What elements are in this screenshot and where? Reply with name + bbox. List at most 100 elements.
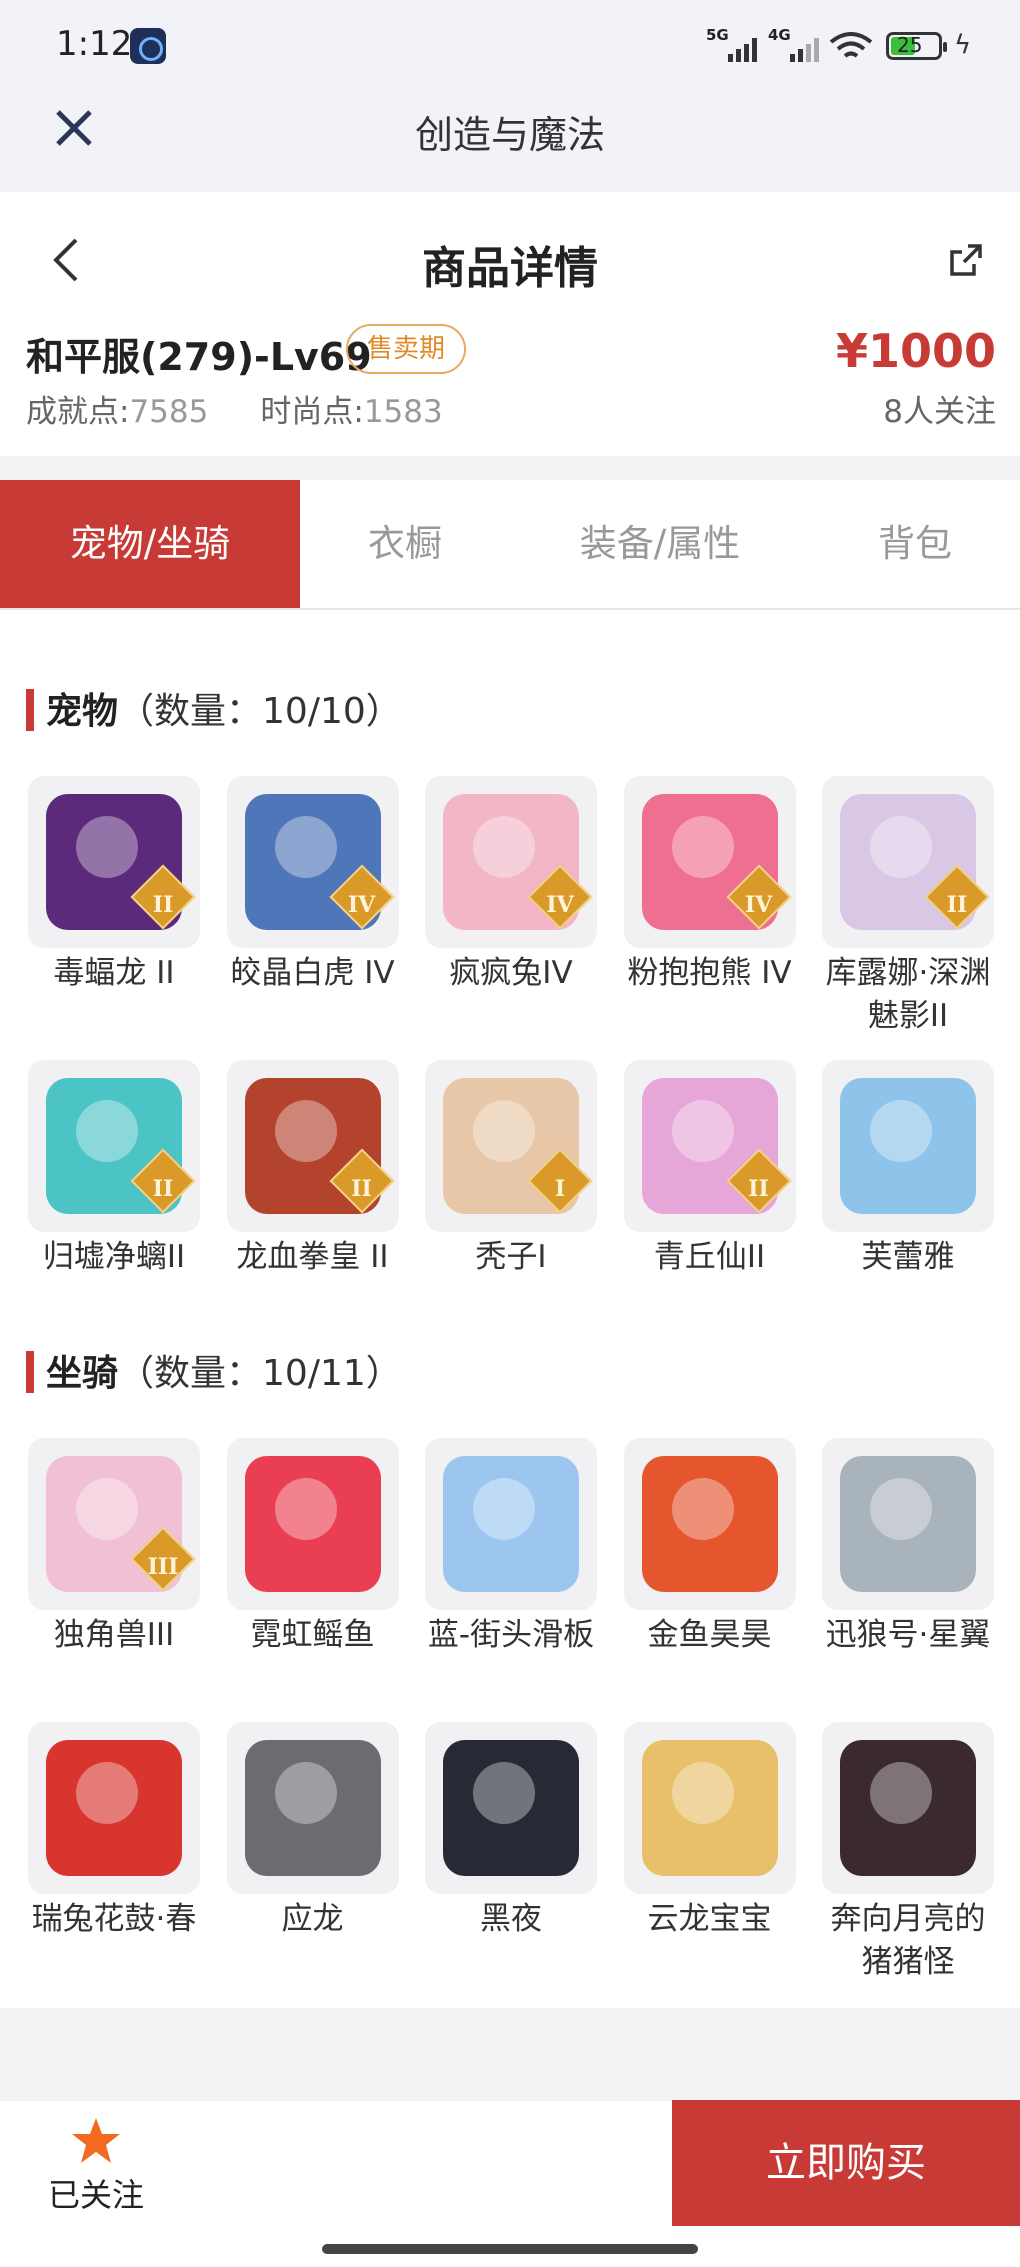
pet-item[interactable]: 芙蕾雅 [820,1060,996,1279]
item-thumbnail [425,1722,597,1894]
mount-item[interactable]: III 独角兽III [26,1438,202,1657]
item-label: 粉抱抱熊 IV [627,955,792,991]
share-icon[interactable] [946,240,986,280]
item-thumbnail [623,1722,796,1894]
buy-now-button[interactable]: 立即购买 [672,2100,1020,2226]
pet-item[interactable]: IV 皎晶白虎 IV [225,776,401,995]
item-artwork [641,1740,778,1876]
item-label: 库露娜·深渊魅影II [825,955,991,1034]
pet-item[interactable]: II 归墟净螭II [26,1060,202,1279]
signal-4g-icon: 4G [768,26,828,64]
wifi-icon [829,32,873,58]
pet-item[interactable]: II 龙血拳皇 II [225,1060,401,1279]
star-icon[interactable] [70,2116,122,2166]
pet-item[interactable]: IV 粉抱抱熊 IV [622,776,798,995]
tier-label: II [152,1176,174,1202]
mount-item[interactable]: 黑夜 [423,1722,599,1941]
tier-label: IV [546,892,574,918]
fashion-label: 时尚点: [260,394,364,430]
item-thumbnail: IV [425,776,597,948]
item-thumbnail [822,1060,994,1232]
divider [0,456,1020,480]
tier-label: II [152,892,174,918]
tab-pets-mounts[interactable]: 宠物/坐骑 [0,480,300,608]
item-label: 龙血拳皇 II [236,1239,389,1275]
item-label: 云龙宝宝 [647,1901,772,1937]
item-artwork [641,1456,778,1592]
item-thumbnail [425,1438,597,1610]
item-thumbnail: II [226,1060,399,1232]
item-thumbnail [226,1722,399,1894]
battery-icon: 25 [886,32,947,60]
charging-icon: ϟ [954,30,972,60]
item-thumbnail: IV [226,776,399,948]
tier-label: IV [347,892,376,918]
mount-item[interactable]: 霓虹鳐鱼 [225,1438,401,1657]
item-thumbnail: IV [623,776,796,948]
item-thumbnail: II [28,776,200,948]
item-label: 蓝-街头滑板 [427,1617,595,1653]
tier-label: II [351,1176,372,1202]
item-artwork [244,1456,381,1592]
item-label: 毒蝠龙 II [53,955,175,991]
mount-item[interactable]: 金鱼昊昊 [622,1438,798,1657]
tier-label: II [748,1176,769,1202]
tier-label: III [147,1554,179,1580]
pet-item[interactable]: II 库露娜·深渊魅影II [820,776,996,1038]
signal-5g-icon: 5G [706,26,766,64]
item-artwork [443,1740,579,1876]
app-title: 创造与魔法 [414,113,605,157]
item-label: 秃子I [475,1239,547,1275]
achievement-label: 成就点: [26,394,130,430]
home-indicator [322,2244,698,2254]
item-artwork [840,1740,976,1876]
status-bar: 1:12 5G 4G 25 ϟ [0,0,1020,95]
item-label: 青丘仙II [653,1239,766,1275]
item-thumbnail [623,1438,796,1610]
item-label: 疯疯兔IV [449,955,573,991]
item-thumbnail [28,1722,200,1894]
status-time: 1:12 [56,24,133,64]
tab-wardrobe[interactable]: 衣橱 [300,480,510,608]
mount-item[interactable]: 迅狼号·星翼 [820,1438,996,1657]
pet-item[interactable]: I 秃子I [423,1060,599,1279]
tab-bar: 宠物/坐骑 衣橱 装备/属性 背包 [0,480,1020,610]
item-label: 归墟净螭II [42,1239,186,1275]
pet-item[interactable]: II 毒蝠龙 II [26,776,202,995]
mount-item[interactable]: 云龙宝宝 [622,1722,798,1941]
item-thumbnail: II [623,1060,796,1232]
tab-backpack[interactable]: 背包 [810,480,1020,608]
item-thumbnail: III [28,1438,200,1610]
tier-label: I [554,1176,566,1202]
page-title: 商品详情 [422,243,598,294]
mount-item[interactable]: 瑞兔花鼓·春 [26,1722,202,1941]
item-price: ¥1000 [835,324,996,378]
item-artwork [840,1078,976,1214]
pet-item[interactable]: IV 疯疯兔IV [423,776,599,995]
app-notification-icon [130,28,166,64]
item-name: 和平服(279)-Lv69 [26,335,372,379]
mount-item[interactable]: 蓝-街头滑板 [423,1438,599,1657]
achievement-value: 7585 [129,394,209,430]
item-artwork [840,1456,976,1592]
item-stats: 成就点:7585 时尚点:1583 [26,386,443,431]
mount-item[interactable]: 应龙 [225,1722,401,1941]
item-artwork [244,1740,381,1876]
follow-button[interactable]: 已关注 [48,2170,144,2216]
item-label: 奔向月亮的猪猪怪 [830,1901,986,1980]
tier-label: IV [744,892,773,918]
item-label: 皎晶白虎 IV [230,955,395,991]
item-thumbnail: II [28,1060,200,1232]
bottom-spacer [0,2008,1020,2100]
follower-count: 8人关注 [883,394,996,430]
fashion-value: 1583 [363,394,443,430]
item-label: 独角兽III [53,1617,175,1653]
pet-item[interactable]: II 青丘仙II [622,1060,798,1279]
item-thumbnail [822,1438,994,1610]
tab-equipment-attributes[interactable]: 装备/属性 [510,480,810,608]
item-thumbnail [822,1722,994,1894]
mount-item[interactable]: 奔向月亮的猪猪怪 [820,1722,996,1984]
item-thumbnail [226,1438,399,1610]
item-label: 迅狼号·星翼 [825,1617,991,1653]
mounts-section-title: 坐骑（数量：10/11） [26,1344,402,1396]
